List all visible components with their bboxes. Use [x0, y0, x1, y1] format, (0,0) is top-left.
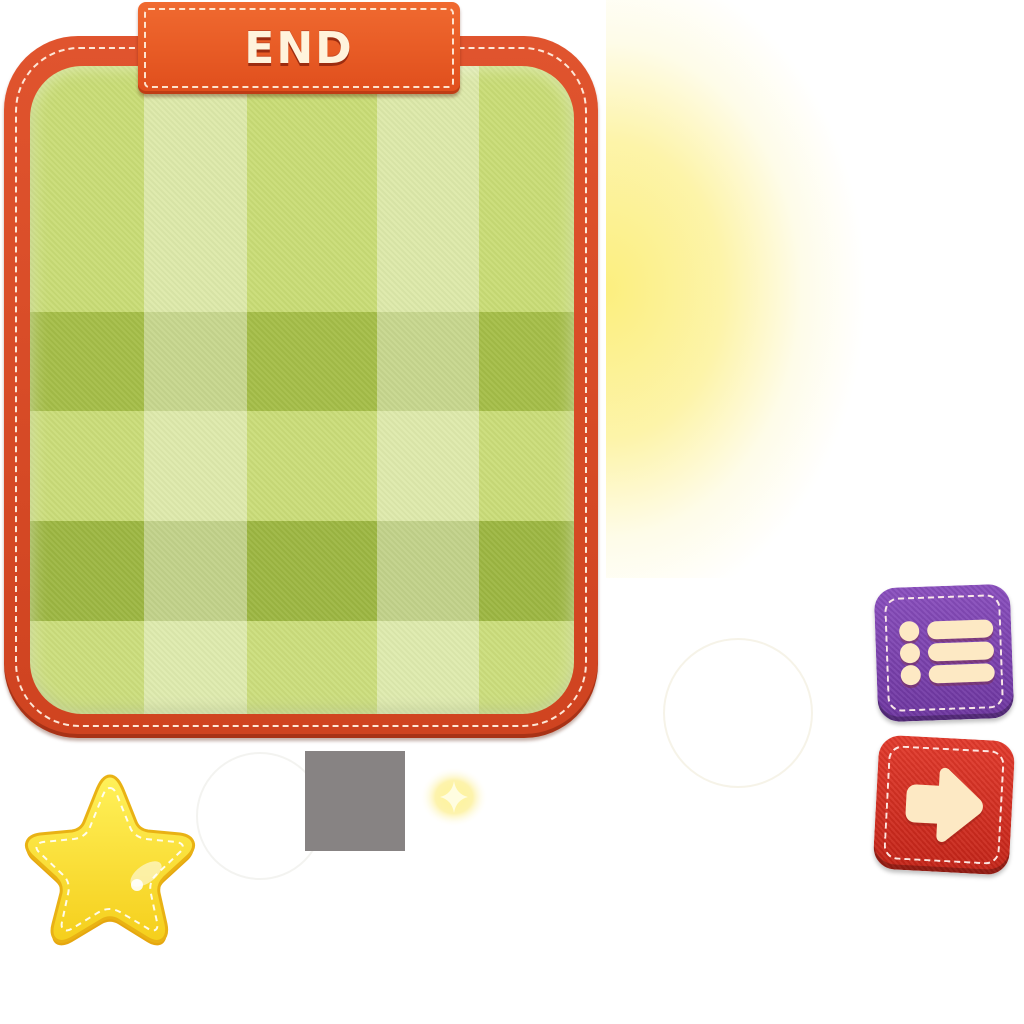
game-screen: END [0, 0, 1024, 1024]
end-title-tab: END [138, 2, 460, 94]
menu-button[interactable] [873, 583, 1015, 723]
end-title: END [244, 22, 354, 74]
star-icon [24, 774, 196, 946]
end-panel-board [30, 66, 574, 714]
yellow-glow [606, 0, 1006, 578]
next-button[interactable] [872, 734, 1016, 876]
faint-ring-large [663, 638, 813, 788]
sparkle-icon [420, 767, 488, 827]
list-icon [899, 619, 995, 689]
arrow-right-icon [905, 767, 983, 845]
grey-swatch [305, 751, 405, 851]
